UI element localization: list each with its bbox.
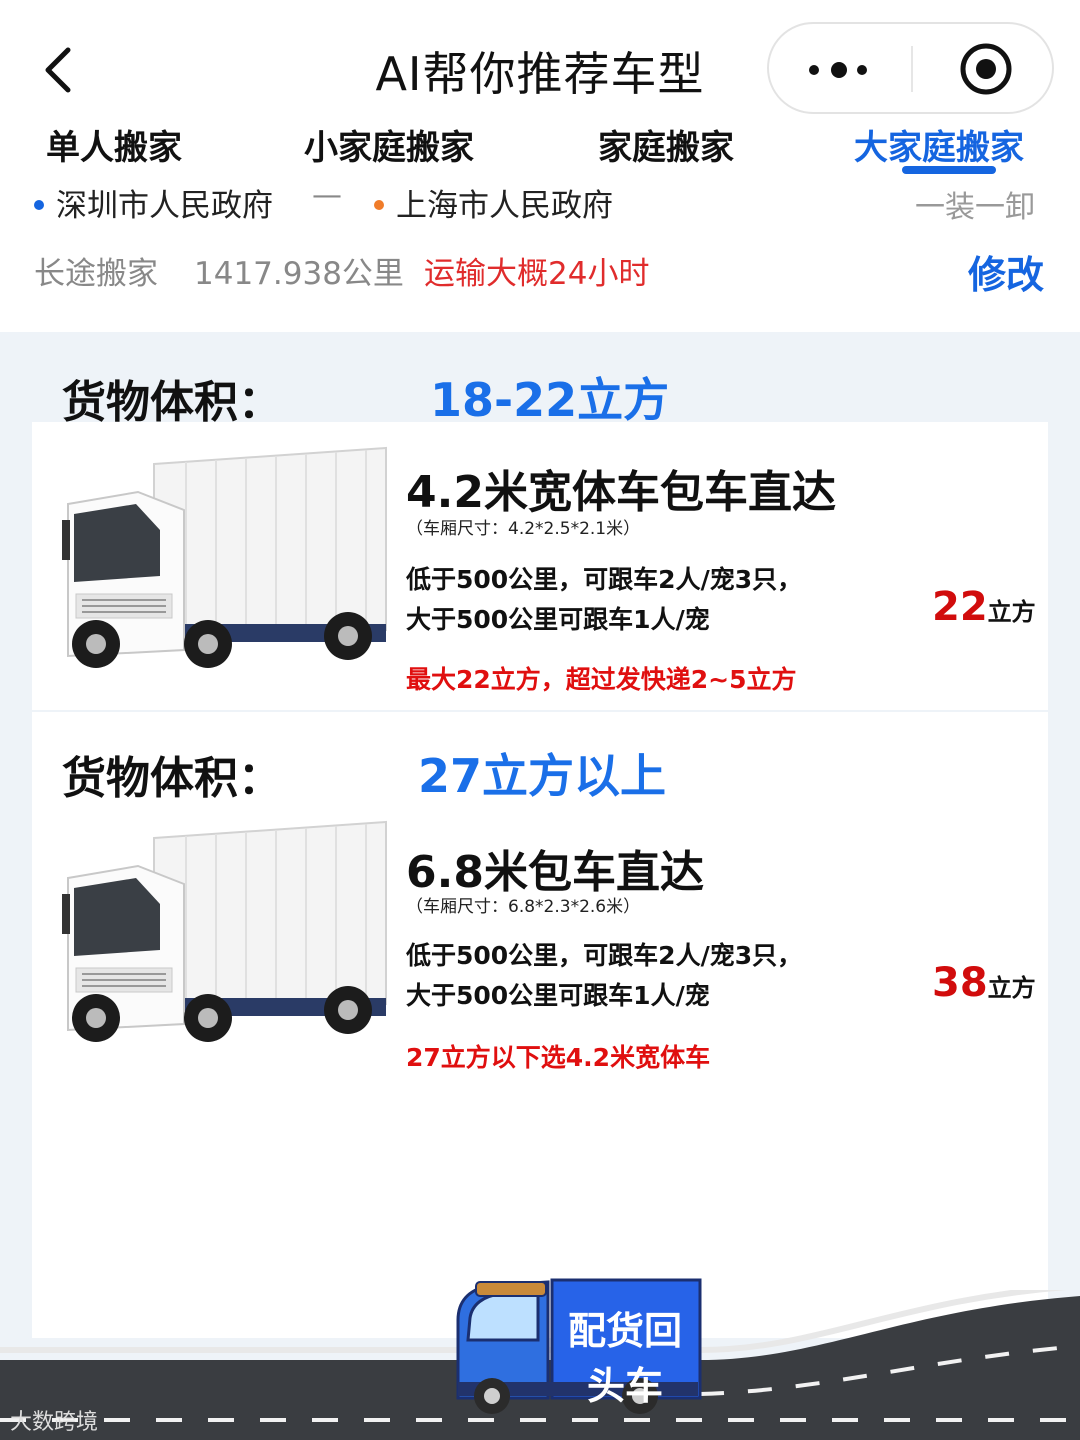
return-truck-label[interactable]: 配货回头车 [552, 1300, 698, 1410]
vehicle-title: 6.8米包车直达 [406, 847, 704, 898]
tab-small-family[interactable]: 小家庭搬家 [304, 120, 474, 169]
edit-button[interactable]: 修改 [968, 244, 1044, 299]
trip-distance: 1417.938公里 [194, 256, 404, 292]
active-tab-indicator [902, 166, 996, 174]
watermark: 大数跨境 [10, 1410, 99, 1435]
vehicle-card[interactable]: 货物体积： 27立方以上 6.8米包车直达 （车厢尺寸：6.8*2.3*2.6米… [32, 712, 1048, 1338]
tab-single[interactable]: 单人搬家 [46, 120, 182, 169]
origin-dot-icon [34, 199, 44, 210]
target-icon[interactable] [959, 42, 1013, 96]
trip-type: 长途搬家 [34, 256, 158, 292]
route-to: 上海市人民政府 [374, 180, 613, 225]
trip-duration: 运输大概24小时 [424, 256, 650, 292]
mini-program-capsule [767, 22, 1054, 114]
vehicle-desc-line1: 低于500公里，可跟车2人/宠3只， [406, 565, 803, 594]
tab-large-family[interactable]: 大家庭搬家 [854, 120, 1024, 169]
tab-family[interactable]: 家庭搬家 [598, 120, 734, 169]
truck-image [62, 446, 387, 668]
vehicle-capacity: 22立方 [932, 584, 1036, 630]
route-from: 深圳市人民政府 [34, 180, 273, 225]
more-dots-icon[interactable] [809, 60, 875, 80]
capacity-unit: 立方 [987, 598, 1036, 626]
capacity-unit: 立方 [987, 974, 1036, 1002]
destination-dot-icon [374, 199, 384, 210]
vehicle-size: （车厢尺寸：6.8*2.3*2.6米） [406, 897, 641, 917]
origin-label: 深圳市人民政府 [56, 188, 273, 224]
vehicle-size: （车厢尺寸：4.2*2.5*2.1米） [406, 519, 641, 539]
truck-image [62, 820, 387, 1042]
back-arrow-icon[interactable] [34, 40, 90, 100]
volume-value: 27立方以上 [418, 749, 667, 803]
header-panel: AI帮你推荐车型 单人搬家 小家庭搬家 家庭搬家 大家庭搬家 深圳市人民政府 —… [0, 0, 1080, 332]
vehicle-note: 最大22立方，超过发快递2~5立方 [406, 665, 797, 694]
vehicle-card[interactable]: 4.2米宽体车包车直达 （车厢尺寸：4.2*2.5*2.1米） 低于500公里，… [32, 422, 1048, 710]
vehicle-capacity: 38立方 [932, 960, 1036, 1006]
volume-label: 货物体积： [62, 753, 282, 804]
vehicle-title: 4.2米宽体车包车直达 [406, 467, 836, 518]
vehicle-desc-line2: 大于500公里可跟车1人/宠 [406, 605, 710, 634]
volume-label: 货物体积： [62, 377, 282, 428]
destination-label: 上海市人民政府 [396, 188, 613, 224]
capsule-divider [911, 46, 913, 92]
route-separator: — [312, 178, 342, 213]
page-title: AI帮你推荐车型 [375, 47, 705, 101]
vehicle-note: 27立方以下选4.2米宽体车 [406, 1043, 711, 1072]
vehicle-desc-line2: 大于500公里可跟车1人/宠 [406, 981, 710, 1010]
service-mode: 一装一卸 [915, 190, 1035, 225]
capacity-number: 38 [932, 960, 988, 1006]
capacity-number: 22 [932, 584, 988, 630]
volume-value: 18-22立方 [430, 373, 670, 427]
vehicle-desc-line1: 低于500公里，可跟车2人/宠3只， [406, 941, 803, 970]
